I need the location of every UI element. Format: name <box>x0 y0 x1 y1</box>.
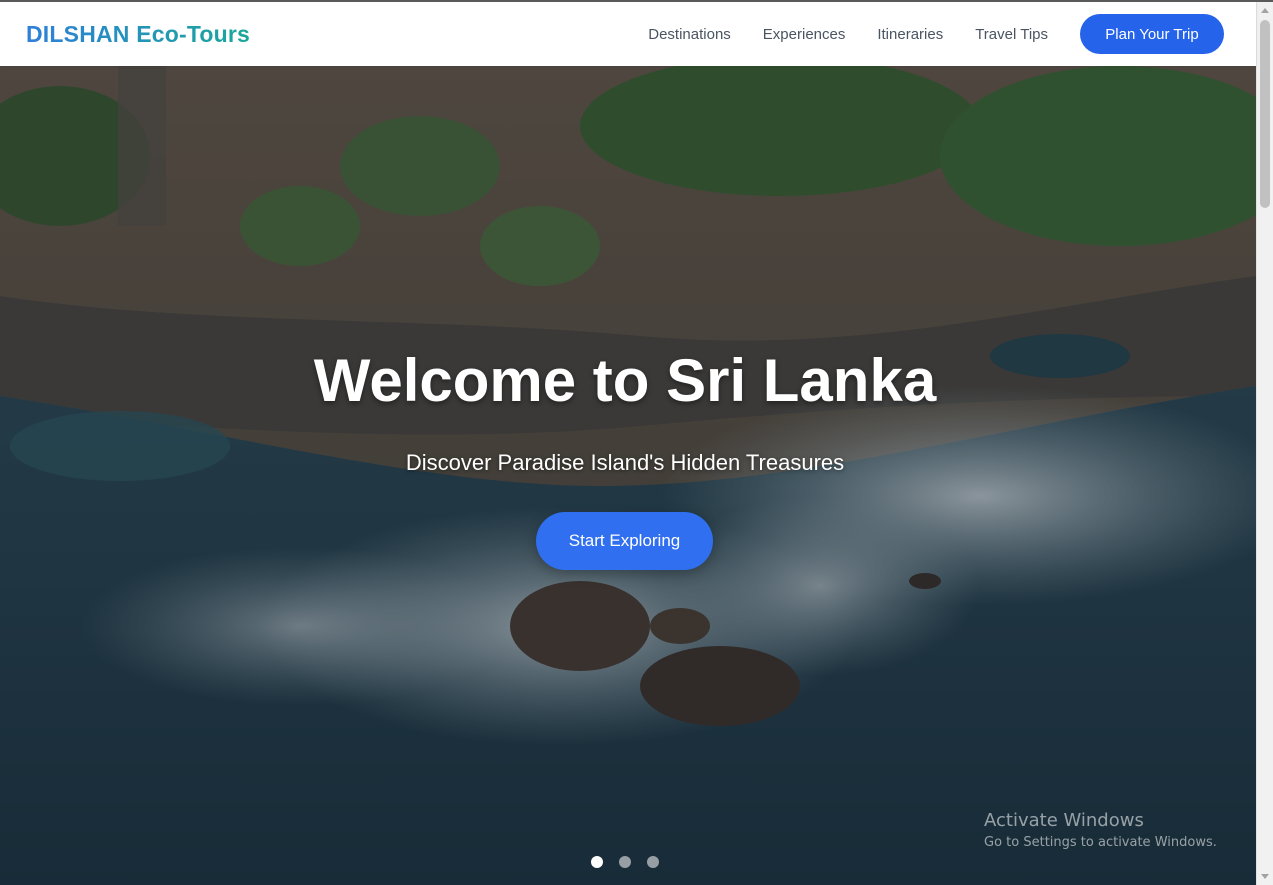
main-nav: Destinations Experiences Itineraries Tra… <box>648 2 1048 66</box>
top-navbar: DILSHAN Eco-Tours Destinations Experienc… <box>0 2 1256 66</box>
scroll-up-arrow-icon[interactable] <box>1261 8 1269 13</box>
scroll-down-arrow-icon[interactable] <box>1261 874 1269 879</box>
scrollbar-thumb[interactable] <box>1260 20 1270 208</box>
watermark-subtitle: Go to Settings to activate Windows. <box>984 835 1217 850</box>
carousel-dot-3[interactable] <box>647 856 659 868</box>
watermark-title: Activate Windows <box>984 810 1144 831</box>
carousel-dot-2[interactable] <box>619 856 631 868</box>
nav-experiences[interactable]: Experiences <box>763 26 846 43</box>
nav-itineraries[interactable]: Itineraries <box>877 26 943 43</box>
brand-logo[interactable]: DILSHAN Eco-Tours <box>26 21 250 48</box>
carousel-indicators <box>591 856 659 868</box>
nav-destinations[interactable]: Destinations <box>648 26 731 43</box>
start-exploring-button[interactable]: Start Exploring <box>536 512 713 570</box>
plan-your-trip-button[interactable]: Plan Your Trip <box>1080 14 1224 54</box>
hero-section: Welcome to Sri Lanka Discover Paradise I… <box>0 66 1256 885</box>
carousel-dot-1[interactable] <box>591 856 603 868</box>
vertical-scrollbar[interactable] <box>1256 2 1273 885</box>
nav-travel-tips[interactable]: Travel Tips <box>975 26 1048 43</box>
activate-windows-watermark: Activate Windows Go to Settings to activ… <box>984 810 1217 850</box>
browser-viewport: DILSHAN Eco-Tours Destinations Experienc… <box>0 0 1273 885</box>
hero-title: Welcome to Sri Lanka <box>313 347 937 414</box>
hero-subtitle: Discover Paradise Island's Hidden Treasu… <box>405 450 845 475</box>
